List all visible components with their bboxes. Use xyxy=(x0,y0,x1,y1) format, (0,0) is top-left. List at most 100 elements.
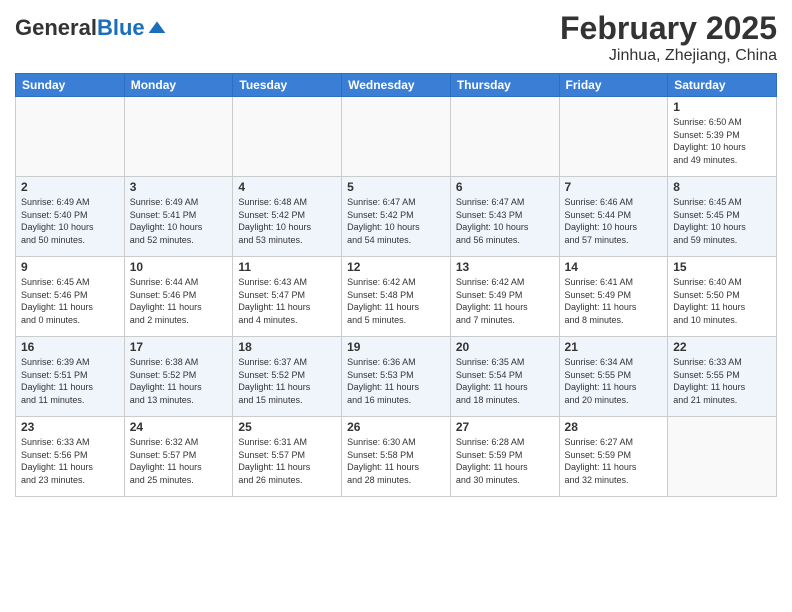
day-number: 1 xyxy=(673,100,771,114)
month-year: February 2025 xyxy=(560,10,777,47)
day-info: Sunrise: 6:34 AM Sunset: 5:55 PM Dayligh… xyxy=(565,356,663,406)
day-number: 5 xyxy=(347,180,445,194)
day-info: Sunrise: 6:30 AM Sunset: 5:58 PM Dayligh… xyxy=(347,436,445,486)
header: GeneralBlue February 2025 Jinhua, Zhejia… xyxy=(15,10,777,65)
day-number: 15 xyxy=(673,260,771,274)
day-number: 23 xyxy=(21,420,119,434)
day-number: 27 xyxy=(456,420,554,434)
day-info: Sunrise: 6:33 AM Sunset: 5:55 PM Dayligh… xyxy=(673,356,771,406)
day-info: Sunrise: 6:36 AM Sunset: 5:53 PM Dayligh… xyxy=(347,356,445,406)
calendar-day-cell: 18 Sunrise: 6:37 AM Sunset: 5:52 PM Dayli… xyxy=(233,337,342,417)
calendar-day-cell: 27 Sunrise: 6:28 AM Sunset: 5:59 PM Dayli… xyxy=(450,417,559,497)
day-info: Sunrise: 6:45 AM Sunset: 5:46 PM Dayligh… xyxy=(21,276,119,326)
calendar-day-cell: 25Sunrise: 6:31 AM Sunset: 5:57 PM Dayli… xyxy=(233,417,342,497)
day-number: 11 xyxy=(238,260,336,274)
day-info: Sunrise: 6:38 AM Sunset: 5:52 PM Dayligh… xyxy=(130,356,228,406)
day-number: 25 xyxy=(238,420,336,434)
calendar-day-cell: 23 Sunrise: 6:33 AM Sunset: 5:56 PM Dayli… xyxy=(16,417,125,497)
day-info: Sunrise: 6:39 AM Sunset: 5:51 PM Dayligh… xyxy=(21,356,119,406)
calendar-day-cell: 20 Sunrise: 6:35 AM Sunset: 5:54 PM Dayli… xyxy=(450,337,559,417)
day-number: 24 xyxy=(130,420,228,434)
calendar-header-row: SundayMondayTuesdayWednesdayThursdayFrid… xyxy=(16,74,777,97)
calendar-day-cell xyxy=(124,97,233,177)
calendar-day-cell: 5 Sunrise: 6:47 AM Sunset: 5:42 PM Daylig… xyxy=(342,177,451,257)
day-info: Sunrise: 6:42 AM Sunset: 5:48 PM Dayligh… xyxy=(347,276,445,326)
calendar-day-cell: 11 Sunrise: 6:43 AM Sunset: 5:47 PM Dayli… xyxy=(233,257,342,337)
calendar-day-header: Tuesday xyxy=(233,74,342,97)
calendar-week-row: 1 Sunrise: 6:50 AM Sunset: 5:39 PM Daylig… xyxy=(16,97,777,177)
calendar-day-cell: 1 Sunrise: 6:50 AM Sunset: 5:39 PM Daylig… xyxy=(668,97,777,177)
day-number: 3 xyxy=(130,180,228,194)
calendar-day-cell xyxy=(668,417,777,497)
calendar-day-cell xyxy=(559,97,668,177)
calendar-day-cell: 13 Sunrise: 6:42 AM Sunset: 5:49 PM Dayli… xyxy=(450,257,559,337)
calendar-day-cell xyxy=(450,97,559,177)
day-number: 26 xyxy=(347,420,445,434)
calendar-day-header: Thursday xyxy=(450,74,559,97)
calendar-table: SundayMondayTuesdayWednesdayThursdayFrid… xyxy=(15,73,777,497)
day-info: Sunrise: 6:35 AM Sunset: 5:54 PM Dayligh… xyxy=(456,356,554,406)
calendar-day-header: Sunday xyxy=(16,74,125,97)
calendar-day-cell: 24 Sunrise: 6:32 AM Sunset: 5:57 PM Dayli… xyxy=(124,417,233,497)
day-info: Sunrise: 6:42 AM Sunset: 5:49 PM Dayligh… xyxy=(456,276,554,326)
day-info: Sunrise: 6:28 AM Sunset: 5:59 PM Dayligh… xyxy=(456,436,554,486)
calendar-day-cell: 10Sunrise: 6:44 AM Sunset: 5:46 PM Dayli… xyxy=(124,257,233,337)
calendar-day-cell: 21 Sunrise: 6:34 AM Sunset: 5:55 PM Dayli… xyxy=(559,337,668,417)
day-info: Sunrise: 6:32 AM Sunset: 5:57 PM Dayligh… xyxy=(130,436,228,486)
day-number: 19 xyxy=(347,340,445,354)
day-info: Sunrise: 6:41 AM Sunset: 5:49 PM Dayligh… xyxy=(565,276,663,326)
day-number: 6 xyxy=(456,180,554,194)
day-info: Sunrise: 6:40 AM Sunset: 5:50 PM Dayligh… xyxy=(673,276,771,326)
day-number: 8 xyxy=(673,180,771,194)
calendar-day-cell: 9 Sunrise: 6:45 AM Sunset: 5:46 PM Daylig… xyxy=(16,257,125,337)
calendar-week-row: 23 Sunrise: 6:33 AM Sunset: 5:56 PM Dayli… xyxy=(16,417,777,497)
day-info: Sunrise: 6:37 AM Sunset: 5:52 PM Dayligh… xyxy=(238,356,336,406)
title-block: February 2025 Jinhua, Zhejiang, China xyxy=(560,10,777,65)
logo-blue-text: Blue xyxy=(97,15,145,40)
calendar-day-cell: 4 Sunrise: 6:48 AM Sunset: 5:42 PM Daylig… xyxy=(233,177,342,257)
calendar-day-cell: 6 Sunrise: 6:47 AM Sunset: 5:43 PM Daylig… xyxy=(450,177,559,257)
day-number: 12 xyxy=(347,260,445,274)
calendar-day-cell: 22 Sunrise: 6:33 AM Sunset: 5:55 PM Dayli… xyxy=(668,337,777,417)
day-number: 28 xyxy=(565,420,663,434)
calendar-day-cell: 2Sunrise: 6:49 AM Sunset: 5:40 PM Daylig… xyxy=(16,177,125,257)
day-number: 17 xyxy=(130,340,228,354)
day-info: Sunrise: 6:33 AM Sunset: 5:56 PM Dayligh… xyxy=(21,436,119,486)
calendar-week-row: 9 Sunrise: 6:45 AM Sunset: 5:46 PM Daylig… xyxy=(16,257,777,337)
day-info: Sunrise: 6:46 AM Sunset: 5:44 PM Dayligh… xyxy=(565,196,663,246)
day-info: Sunrise: 6:45 AM Sunset: 5:45 PM Dayligh… xyxy=(673,196,771,246)
page: GeneralBlue February 2025 Jinhua, Zhejia… xyxy=(0,0,792,612)
day-info: Sunrise: 6:27 AM Sunset: 5:59 PM Dayligh… xyxy=(565,436,663,486)
calendar-day-cell: 15 Sunrise: 6:40 AM Sunset: 5:50 PM Dayli… xyxy=(668,257,777,337)
calendar-day-cell: 7 Sunrise: 6:46 AM Sunset: 5:44 PM Daylig… xyxy=(559,177,668,257)
logo-icon xyxy=(147,18,167,38)
day-number: 20 xyxy=(456,340,554,354)
day-number: 9 xyxy=(21,260,119,274)
day-info: Sunrise: 6:50 AM Sunset: 5:39 PM Dayligh… xyxy=(673,116,771,166)
day-number: 21 xyxy=(565,340,663,354)
calendar-week-row: 16 Sunrise: 6:39 AM Sunset: 5:51 PM Dayli… xyxy=(16,337,777,417)
calendar-day-cell: 26 Sunrise: 6:30 AM Sunset: 5:58 PM Dayli… xyxy=(342,417,451,497)
calendar-day-cell: 19 Sunrise: 6:36 AM Sunset: 5:53 PM Dayli… xyxy=(342,337,451,417)
logo: GeneralBlue xyxy=(15,15,167,41)
logo-general-text: General xyxy=(15,15,97,40)
calendar-day-cell: 14 Sunrise: 6:41 AM Sunset: 5:49 PM Dayli… xyxy=(559,257,668,337)
day-number: 4 xyxy=(238,180,336,194)
day-info: Sunrise: 6:43 AM Sunset: 5:47 PM Dayligh… xyxy=(238,276,336,326)
day-number: 14 xyxy=(565,260,663,274)
calendar-day-cell: 12 Sunrise: 6:42 AM Sunset: 5:48 PM Dayli… xyxy=(342,257,451,337)
day-number: 22 xyxy=(673,340,771,354)
calendar-day-cell xyxy=(233,97,342,177)
day-number: 7 xyxy=(565,180,663,194)
day-number: 16 xyxy=(21,340,119,354)
calendar-day-header: Saturday xyxy=(668,74,777,97)
day-number: 13 xyxy=(456,260,554,274)
day-info: Sunrise: 6:47 AM Sunset: 5:42 PM Dayligh… xyxy=(347,196,445,246)
day-info: Sunrise: 6:49 AM Sunset: 5:40 PM Dayligh… xyxy=(21,196,119,246)
day-info: Sunrise: 6:48 AM Sunset: 5:42 PM Dayligh… xyxy=(238,196,336,246)
calendar-day-cell xyxy=(342,97,451,177)
day-number: 18 xyxy=(238,340,336,354)
day-info: Sunrise: 6:49 AM Sunset: 5:41 PM Dayligh… xyxy=(130,196,228,246)
day-info: Sunrise: 6:47 AM Sunset: 5:43 PM Dayligh… xyxy=(456,196,554,246)
calendar-day-header: Wednesday xyxy=(342,74,451,97)
